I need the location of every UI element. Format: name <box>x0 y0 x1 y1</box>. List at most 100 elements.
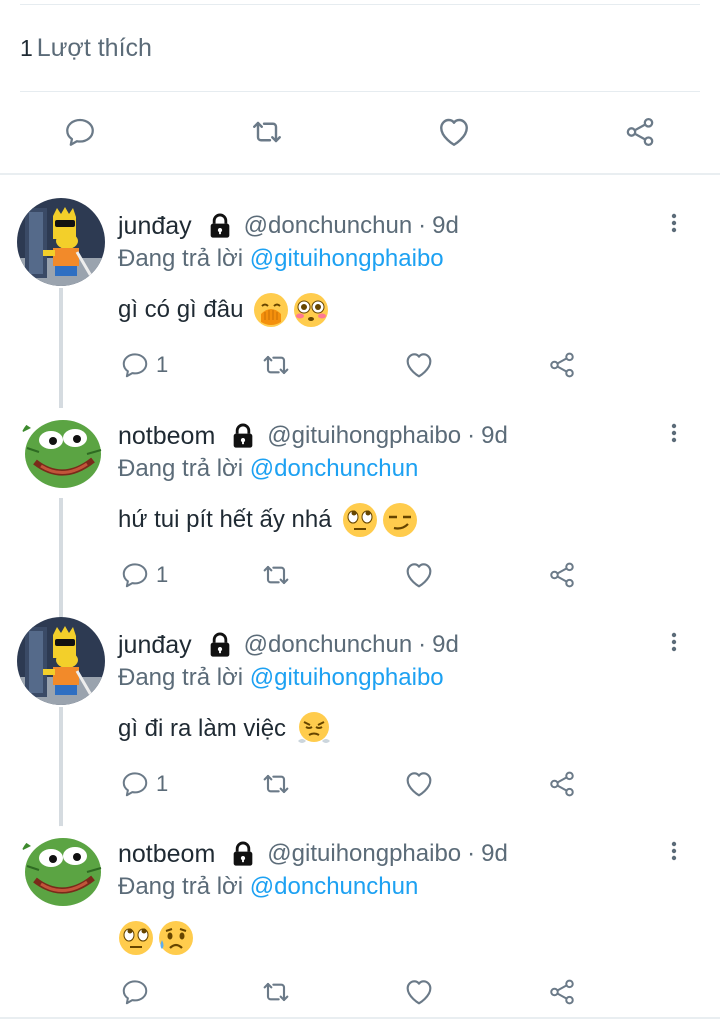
share-button[interactable] <box>547 764 577 804</box>
replying-label: Đang trả lời <box>118 245 244 272</box>
user-handle[interactable]: @gituihongphaibo <box>267 422 461 450</box>
timestamp[interactable]: 9d <box>432 631 459 659</box>
user-avatar[interactable] <box>17 198 105 286</box>
retweet-icon <box>260 559 292 591</box>
display-name[interactable]: junđay <box>118 212 192 241</box>
display-name[interactable]: notbeom <box>118 422 215 451</box>
divider <box>20 91 700 92</box>
lock-icon <box>229 422 257 450</box>
replying-label: Đang trả lời <box>118 873 244 900</box>
reply-action-bar <box>0 972 720 1012</box>
retweet-icon <box>260 768 292 800</box>
share-button[interactable] <box>547 972 577 1012</box>
replying-label: Đang trả lời <box>118 455 244 482</box>
mention-link[interactable]: @donchunchun <box>250 873 419 900</box>
more-options-button[interactable] <box>662 627 686 657</box>
section-divider <box>0 173 720 175</box>
reply-item: notbeom @gituihongphaibo · 9d Đang trả l… <box>0 408 720 608</box>
user-avatar[interactable] <box>17 408 105 496</box>
timestamp[interactable]: 9d <box>481 422 508 450</box>
dot-separator: · <box>467 422 476 449</box>
like-button[interactable] <box>430 108 478 156</box>
reply-action-bar: 1 <box>0 555 720 595</box>
reply-header: notbeom @gituihongphaibo · 9d <box>118 418 508 454</box>
replying-to: Đang trả lời @donchunchun <box>118 455 418 483</box>
share-icon <box>547 560 577 590</box>
replying-to: Đang trả lời @gituihongphaibo <box>118 245 444 273</box>
heart-icon <box>403 349 435 381</box>
dot-separator: · <box>418 631 427 658</box>
reply-action-bar: 1 <box>0 764 720 804</box>
user-handle[interactable]: @donchunchun <box>244 212 413 240</box>
likes-summary[interactable]: 1 Lượt thích <box>20 34 152 70</box>
dot-separator: · <box>467 840 476 867</box>
mention-link[interactable]: @donchunchun <box>250 455 419 482</box>
smirk-emoji <box>382 502 418 538</box>
share-icon <box>626 117 654 147</box>
reply-text: hứ tui pít hết ấy nhá <box>118 502 418 538</box>
reply-item: notbeom @gituihongphaibo · 9d Đang trả l… <box>0 826 720 1026</box>
reply-button[interactable]: 1 <box>120 555 168 595</box>
timestamp[interactable]: 9d <box>481 840 508 868</box>
top-divider <box>20 4 700 5</box>
more-options-button[interactable] <box>662 208 686 238</box>
heart-icon <box>403 559 435 591</box>
tweet-action-bar <box>0 108 720 156</box>
display-name[interactable]: junđay <box>118 631 192 660</box>
user-handle[interactable]: @gituihongphaibo <box>267 840 461 868</box>
reply-button[interactable]: 1 <box>120 345 168 385</box>
user-avatar[interactable] <box>17 617 105 705</box>
reply-icon <box>120 977 150 1007</box>
share-icon <box>547 977 577 1007</box>
eye-roll-emoji <box>342 502 378 538</box>
mention-link[interactable]: @gituihongphaibo <box>250 664 444 691</box>
display-name[interactable]: notbeom <box>118 840 215 869</box>
bart-avatar <box>17 617 105 705</box>
reply-button[interactable] <box>56 108 104 156</box>
user-avatar[interactable] <box>17 826 105 914</box>
like-button[interactable] <box>403 764 435 804</box>
retweet-button[interactable] <box>243 108 291 156</box>
dot-separator: · <box>418 212 427 239</box>
lock-icon <box>206 631 234 659</box>
retweet-button[interactable] <box>260 972 292 1012</box>
heart-icon <box>440 118 468 146</box>
like-button[interactable] <box>403 972 435 1012</box>
reply-text-content: hứ tui pít hết ấy nhá <box>118 506 332 533</box>
share-button[interactable] <box>547 555 577 595</box>
retweet-button[interactable] <box>260 764 292 804</box>
share-button[interactable] <box>547 345 577 385</box>
bart-avatar <box>17 198 105 286</box>
replying-label: Đang trả lời <box>118 664 244 691</box>
retweet-button[interactable] <box>260 555 292 595</box>
reply-text: gì có gì đâu <box>118 292 329 328</box>
more-vertical-icon <box>662 419 686 447</box>
share-icon <box>547 350 577 380</box>
replying-to: Đang trả lời @gituihongphaibo <box>118 664 444 692</box>
more-options-button[interactable] <box>662 418 686 448</box>
retweet-button[interactable] <box>260 345 292 385</box>
retweet-icon <box>260 349 292 381</box>
user-handle[interactable]: @donchunchun <box>244 631 413 659</box>
more-options-button[interactable] <box>662 836 686 866</box>
reply-count: 1 <box>156 562 169 587</box>
more-vertical-icon <box>662 837 686 865</box>
reply-header: junđay @donchunchun · 9d <box>118 627 459 663</box>
pepe-avatar <box>17 408 105 496</box>
timestamp[interactable]: 9d <box>432 212 459 240</box>
more-vertical-icon <box>662 209 686 237</box>
reply-text-content: gì đi ra làm việc <box>118 715 287 742</box>
mention-link[interactable]: @gituihongphaibo <box>250 245 444 272</box>
likes-label: Lượt thích <box>36 34 152 62</box>
more-vertical-icon <box>662 628 686 656</box>
reply-icon <box>120 350 150 380</box>
reply-button[interactable]: 1 <box>120 764 168 804</box>
share-button[interactable] <box>616 108 664 156</box>
steam-from-nose-emoji <box>296 711 332 747</box>
reply-header: notbeom @gituihongphaibo · 9d <box>118 836 508 872</box>
heart-icon <box>403 768 435 800</box>
reply-item: junđay @donchunchun · 9d Đang trả lời @g… <box>0 198 720 398</box>
like-button[interactable] <box>403 555 435 595</box>
reply-button[interactable] <box>120 972 156 1012</box>
like-button[interactable] <box>403 345 435 385</box>
